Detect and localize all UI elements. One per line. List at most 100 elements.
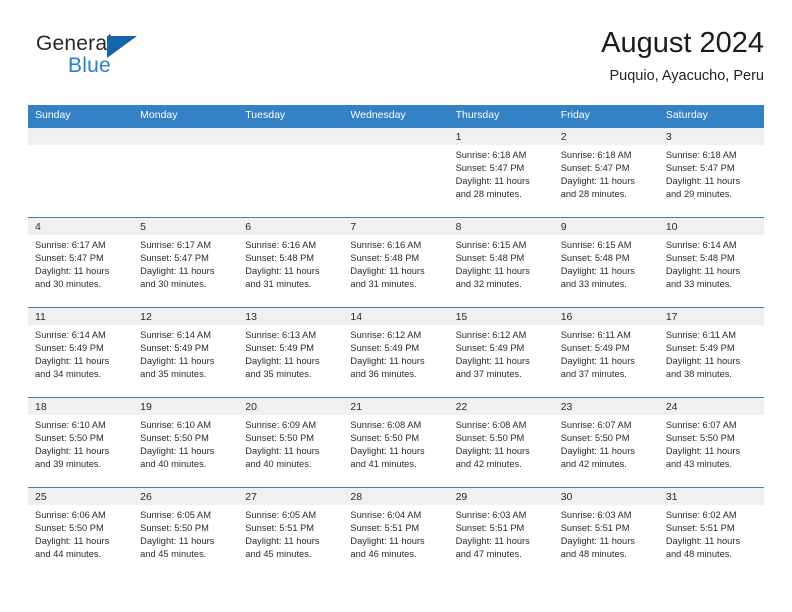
- day-cell[interactable]: 11 Sunrise: 6:14 AM Sunset: 5:49 PM Dayligh…: [28, 308, 134, 397]
- daylight-duration-line2: and 35 minutes.: [245, 369, 312, 380]
- daylight-duration-line2: and 35 minutes.: [140, 369, 207, 380]
- calendar-week-row: 4 Sunrise: 6:17 AM Sunset: 5:47 PM Daylight…: [28, 217, 764, 308]
- sunrise-time: Sunrise: 6:10 AM: [140, 420, 211, 430]
- sunset-time: Sunset: 5:48 PM: [245, 253, 315, 264]
- daylight-duration-line1: Daylight: 11 hours: [350, 536, 425, 547]
- day-cell[interactable]: 13 Sunrise: 6:13 AM Sunset: 5:49 PM Dayligh…: [238, 308, 344, 397]
- calendar-cell: 18 Sunrise: 6:10 AM Sunset: 5:50 PM Dayligh…: [28, 397, 134, 488]
- day-details: Sunrise: 6:07 AM Sunset: 5:50 PM Daylight:…: [554, 415, 659, 471]
- day-details: Sunrise: 6:17 AM Sunset: 5:47 PM Daylight:…: [133, 235, 238, 291]
- day-details: Sunrise: 6:12 AM Sunset: 5:49 PM Daylight:…: [449, 325, 554, 381]
- day-details: Sunrise: 6:17 AM Sunset: 5:47 PM Daylight:…: [28, 235, 133, 291]
- day-cell[interactable]: 19 Sunrise: 6:10 AM Sunset: 5:50 PM Dayligh…: [133, 398, 239, 487]
- day-cell[interactable]: 2 Sunrise: 6:18 AM Sunset: 5:47 PM Daylight…: [553, 128, 659, 217]
- daylight-duration-line1: Daylight: 11 hours: [140, 536, 215, 547]
- day-cell[interactable]: 22 Sunrise: 6:08 AM Sunset: 5:50 PM Dayligh…: [448, 398, 554, 487]
- day-cell[interactable]: 30 Sunrise: 6:03 AM Sunset: 5:51 PM Dayligh…: [553, 488, 659, 577]
- day-cell[interactable]: 10 Sunrise: 6:14 AM Sunset: 5:48 PM Dayligh…: [658, 218, 764, 307]
- day-cell[interactable]: 16 Sunrise: 6:11 AM Sunset: 5:49 PM Dayligh…: [553, 308, 659, 397]
- day-cell[interactable]: 24 Sunrise: 6:07 AM Sunset: 5:50 PM Dayligh…: [658, 398, 764, 487]
- sunset-time: Sunset: 5:51 PM: [455, 523, 525, 534]
- day-number: 19: [133, 398, 239, 415]
- calendar-cell: [238, 127, 344, 218]
- day-details: Sunrise: 6:18 AM Sunset: 5:47 PM Daylight:…: [554, 145, 659, 201]
- day-details: Sunrise: 6:08 AM Sunset: 5:50 PM Daylight:…: [343, 415, 448, 471]
- sunrise-time: Sunrise: 6:15 AM: [560, 240, 632, 250]
- day-cell-empty: [133, 128, 239, 217]
- day-cell[interactable]: 23 Sunrise: 6:07 AM Sunset: 5:50 PM Dayligh…: [553, 398, 659, 487]
- day-details: Sunrise: 6:08 AM Sunset: 5:50 PM Daylight:…: [449, 415, 554, 471]
- sunset-time: Sunset: 5:50 PM: [35, 523, 104, 534]
- sunset-time: Sunset: 5:51 PM: [245, 523, 315, 534]
- day-cell[interactable]: 1 Sunrise: 6:18 AM Sunset: 5:47 PM Daylight…: [448, 128, 554, 217]
- day-cell[interactable]: 18 Sunrise: 6:10 AM Sunset: 5:50 PM Dayligh…: [28, 398, 134, 487]
- day-details: Sunrise: 6:11 AM Sunset: 5:49 PM Daylight:…: [659, 325, 764, 381]
- sunrise-time: Sunrise: 6:13 AM: [245, 330, 317, 340]
- day-number: 9: [553, 218, 659, 235]
- calendar-cell: [133, 127, 239, 218]
- day-cell[interactable]: 4 Sunrise: 6:17 AM Sunset: 5:47 PM Daylight…: [28, 218, 134, 307]
- sunrise-time: Sunrise: 6:07 AM: [665, 420, 737, 430]
- sunset-time: Sunset: 5:49 PM: [35, 343, 104, 354]
- daylight-duration-line1: Daylight: 11 hours: [665, 446, 741, 457]
- sunset-time: Sunset: 5:48 PM: [665, 253, 735, 264]
- day-cell[interactable]: 21 Sunrise: 6:08 AM Sunset: 5:50 PM Dayligh…: [343, 398, 449, 487]
- day-number: 7: [343, 218, 449, 235]
- weekday-header-sunday: Sunday: [28, 105, 134, 128]
- daylight-duration-line2: and 45 minutes.: [140, 549, 207, 560]
- day-cell[interactable]: 14 Sunrise: 6:12 AM Sunset: 5:49 PM Dayligh…: [343, 308, 449, 397]
- calendar-cell: 14 Sunrise: 6:12 AM Sunset: 5:49 PM Dayligh…: [343, 307, 449, 398]
- page-title: August 2024: [601, 27, 764, 59]
- day-number: 29: [448, 488, 554, 505]
- daylight-duration-line1: Daylight: 11 hours: [350, 266, 425, 277]
- day-number: 23: [553, 398, 659, 415]
- day-cell[interactable]: 25 Sunrise: 6:06 AM Sunset: 5:50 PM Dayligh…: [28, 488, 134, 577]
- sunset-time: Sunset: 5:48 PM: [560, 253, 630, 264]
- daylight-duration-line2: and 45 minutes.: [245, 549, 312, 560]
- day-cell[interactable]: 27 Sunrise: 6:05 AM Sunset: 5:51 PM Dayligh…: [238, 488, 344, 577]
- calendar-cell: 13 Sunrise: 6:13 AM Sunset: 5:49 PM Dayligh…: [238, 307, 344, 398]
- sunrise-time: Sunrise: 6:17 AM: [35, 240, 106, 250]
- daylight-duration-line2: and 37 minutes.: [455, 369, 522, 380]
- sunrise-time: Sunrise: 6:14 AM: [140, 330, 211, 340]
- day-cell[interactable]: 17 Sunrise: 6:11 AM Sunset: 5:49 PM Dayligh…: [658, 308, 764, 397]
- daylight-duration-line1: Daylight: 11 hours: [35, 446, 110, 457]
- day-cell-empty: [28, 128, 134, 217]
- day-cell[interactable]: 7 Sunrise: 6:16 AM Sunset: 5:48 PM Daylight…: [343, 218, 449, 307]
- day-cell[interactable]: 6 Sunrise: 6:16 AM Sunset: 5:48 PM Daylight…: [238, 218, 344, 307]
- daylight-duration-line1: Daylight: 11 hours: [455, 266, 530, 277]
- sunrise-time: Sunrise: 6:05 AM: [140, 510, 211, 520]
- day-cell[interactable]: 5 Sunrise: 6:17 AM Sunset: 5:47 PM Daylight…: [133, 218, 239, 307]
- day-number: 15: [448, 308, 554, 325]
- sunrise-time: Sunrise: 6:04 AM: [350, 510, 422, 520]
- brand-logo[interactable]: General Blue: [36, 32, 166, 84]
- day-cell[interactable]: 29 Sunrise: 6:03 AM Sunset: 5:51 PM Dayligh…: [448, 488, 554, 577]
- daylight-duration-line1: Daylight: 11 hours: [665, 536, 741, 547]
- day-number: 31: [658, 488, 764, 505]
- calendar-cell: 31 Sunrise: 6:02 AM Sunset: 5:51 PM Dayligh…: [658, 487, 764, 577]
- day-cell[interactable]: 28 Sunrise: 6:04 AM Sunset: 5:51 PM Dayligh…: [343, 488, 449, 577]
- calendar-cell: 24 Sunrise: 6:07 AM Sunset: 5:50 PM Dayligh…: [658, 397, 764, 488]
- day-details: Sunrise: 6:15 AM Sunset: 5:48 PM Daylight:…: [554, 235, 659, 291]
- day-cell[interactable]: 8 Sunrise: 6:15 AM Sunset: 5:48 PM Daylight…: [448, 218, 554, 307]
- day-details: Sunrise: 6:18 AM Sunset: 5:47 PM Daylight:…: [449, 145, 554, 201]
- daylight-duration-line1: Daylight: 11 hours: [245, 356, 320, 367]
- calendar-table: Sunday Monday Tuesday Wednesday Thursday…: [28, 105, 764, 577]
- sunrise-time: Sunrise: 6:18 AM: [455, 150, 527, 160]
- day-cell[interactable]: 31 Sunrise: 6:02 AM Sunset: 5:51 PM Dayligh…: [658, 488, 764, 577]
- day-details: Sunrise: 6:18 AM Sunset: 5:47 PM Daylight:…: [659, 145, 764, 201]
- day-cell-empty: [343, 128, 449, 217]
- day-cell-empty: [238, 128, 344, 217]
- day-cell[interactable]: 15 Sunrise: 6:12 AM Sunset: 5:49 PM Dayligh…: [448, 308, 554, 397]
- day-cell[interactable]: 26 Sunrise: 6:05 AM Sunset: 5:50 PM Dayligh…: [133, 488, 239, 577]
- calendar-cell: [28, 127, 134, 218]
- day-cell[interactable]: 12 Sunrise: 6:14 AM Sunset: 5:49 PM Dayligh…: [133, 308, 239, 397]
- day-cell[interactable]: 3 Sunrise: 6:18 AM Sunset: 5:47 PM Daylight…: [658, 128, 764, 217]
- daylight-duration-line2: and 41 minutes.: [350, 459, 417, 470]
- day-cell[interactable]: 20 Sunrise: 6:09 AM Sunset: 5:50 PM Dayligh…: [238, 398, 344, 487]
- day-cell[interactable]: 9 Sunrise: 6:15 AM Sunset: 5:48 PM Daylight…: [553, 218, 659, 307]
- day-details: Sunrise: 6:14 AM Sunset: 5:48 PM Daylight:…: [659, 235, 764, 291]
- daylight-duration-line2: and 33 minutes.: [665, 279, 732, 290]
- daylight-duration-line2: and 28 minutes.: [560, 189, 627, 200]
- day-number: 18: [28, 398, 134, 415]
